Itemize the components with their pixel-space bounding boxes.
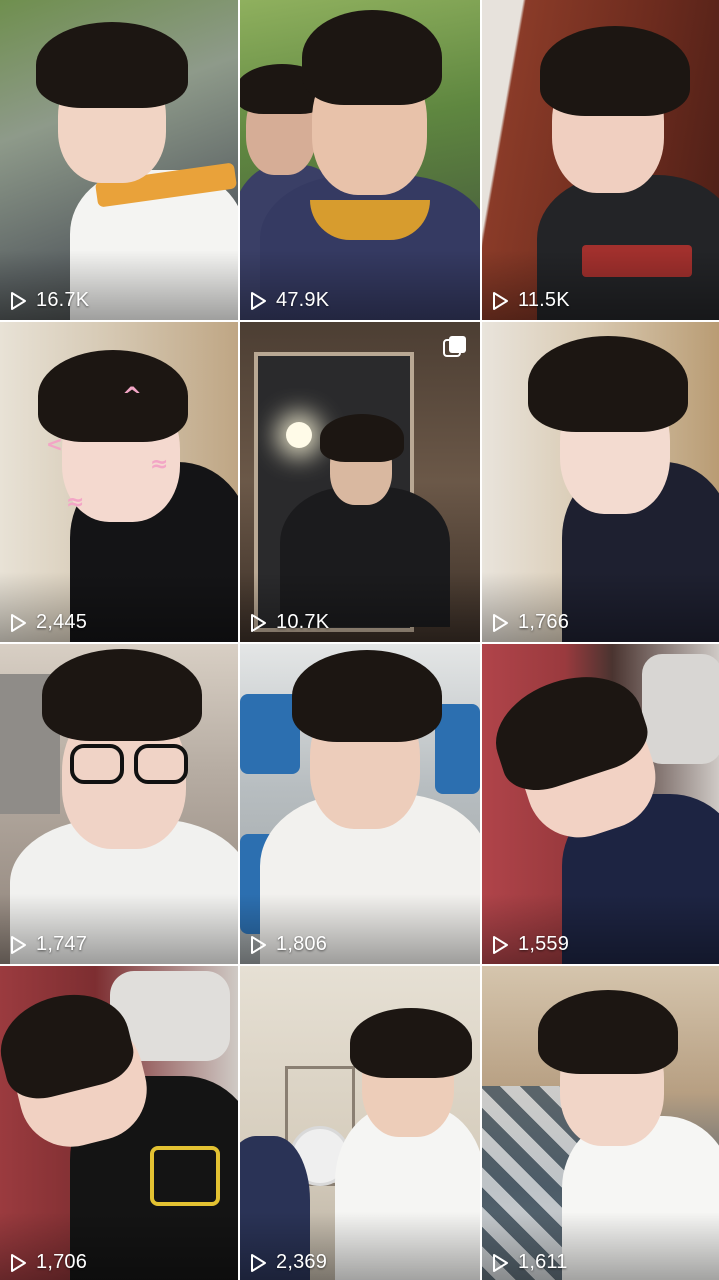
play-icon [248, 291, 268, 311]
play-icon [8, 935, 28, 955]
view-count-label: 47.9K [276, 289, 330, 311]
play-icon [8, 291, 28, 311]
view-count-label: 1,747 [36, 933, 88, 955]
play-icon [490, 1253, 510, 1273]
view-count: 1,611 [490, 1251, 568, 1274]
play-icon [8, 1253, 28, 1273]
view-count-label: 2,369 [276, 1251, 328, 1273]
play-icon [248, 613, 268, 633]
video-thumbnail-4[interactable]: ^ < ≈ ≈ 2,445 [0, 322, 238, 642]
play-icon [248, 935, 268, 955]
play-icon [490, 291, 510, 311]
view-count: 1,706 [8, 1251, 87, 1274]
video-thumbnail-7[interactable]: 1,747 [0, 644, 238, 964]
video-thumbnail-3[interactable]: 11.5K [482, 0, 719, 320]
view-count: 1,766 [490, 611, 569, 634]
play-icon [490, 613, 510, 633]
view-count: 1,559 [490, 933, 569, 956]
video-thumbnail-1[interactable]: 16.7K [0, 0, 238, 320]
view-count: 47.9K [248, 289, 329, 312]
multi-post-icon [442, 334, 468, 360]
view-count: 2,445 [8, 611, 87, 634]
view-count-label: 1,766 [518, 611, 570, 633]
view-count: 1,747 [8, 933, 87, 956]
view-count: 2,369 [248, 1251, 327, 1274]
view-count-label: 16.7K [36, 289, 90, 311]
view-count: 1,806 [248, 933, 327, 956]
view-count: 11.5K [490, 289, 570, 312]
video-thumbnail-5[interactable]: 10.7K [240, 322, 480, 642]
view-count-label: 1,706 [36, 1251, 88, 1273]
play-icon [8, 613, 28, 633]
play-icon [248, 1253, 268, 1273]
view-count-label: 10.7K [276, 611, 330, 633]
video-thumbnail-12[interactable]: 1,611 [482, 966, 719, 1280]
view-count-label: 1,611 [518, 1251, 568, 1273]
video-thumbnail-9[interactable]: 1,559 [482, 644, 719, 964]
video-thumbnail-2[interactable]: 47.9K [240, 0, 480, 320]
video-thumbnail-6[interactable]: 1,766 [482, 322, 719, 642]
video-thumbnail-11[interactable]: 2,369 [240, 966, 480, 1280]
video-thumbnail-10[interactable]: 1,706 [0, 966, 238, 1280]
view-count: 16.7K [8, 289, 89, 312]
view-count-label: 11.5K [518, 289, 570, 311]
video-grid: 16.7K 47.9K 11.5K ^ < ≈ ≈ 2,445 10.7K 1,… [0, 0, 719, 1280]
video-thumbnail-8[interactable]: 1,806 [240, 644, 480, 964]
view-count: 10.7K [248, 611, 329, 634]
view-count-label: 1,559 [518, 933, 570, 955]
play-icon [490, 935, 510, 955]
view-count-label: 2,445 [36, 611, 88, 633]
view-count-label: 1,806 [276, 933, 328, 955]
